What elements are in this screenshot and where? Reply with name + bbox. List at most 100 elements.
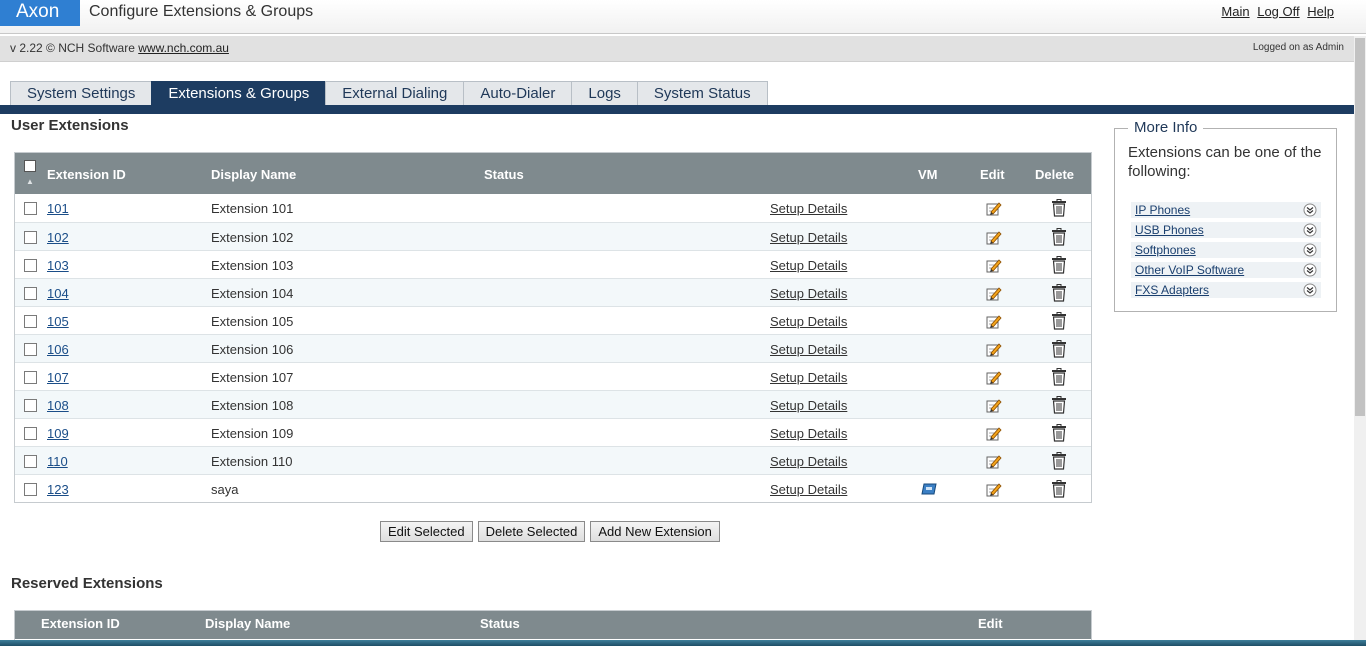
scrollbar-thumb[interactable] [1355,38,1365,416]
double-chevron-down-icon[interactable] [1303,283,1317,297]
extension-id-link[interactable]: 110 [47,454,68,469]
delete-icon[interactable] [1051,228,1067,246]
main-link[interactable]: Main [1221,4,1249,19]
col-vm: VM [918,167,938,182]
more-info-item[interactable]: IP Phones [1131,202,1321,218]
extension-id-link[interactable]: 105 [47,314,69,329]
setup-details-link[interactable]: Setup Details [770,454,847,469]
edit-icon[interactable] [985,425,1002,442]
edit-icon[interactable] [985,341,1002,358]
edit-icon[interactable] [985,285,1002,302]
delete-icon[interactable] [1051,452,1067,470]
extension-id-link[interactable]: 103 [47,258,69,273]
more-info-item[interactable]: Other VoIP Software [1131,262,1321,278]
more-info-item[interactable]: USB Phones [1131,222,1321,238]
setup-details-link[interactable]: Setup Details [770,342,847,357]
tab-extensions-groups[interactable]: Extensions & Groups [151,81,327,105]
row-checkbox[interactable] [24,399,37,412]
reserved-col-status[interactable]: Status [480,616,520,631]
reserved-col-edit: Edit [978,616,1003,631]
setup-details-link[interactable]: Setup Details [770,314,847,329]
extension-id-link[interactable]: 123 [47,482,69,497]
help-link[interactable]: Help [1307,4,1334,19]
more-info-item-link[interactable]: Softphones [1135,243,1196,257]
delete-icon[interactable] [1051,312,1067,330]
os-taskbar [0,640,1366,646]
reserved-col-extension-id[interactable]: Extension ID [41,616,120,631]
reserved-col-display-name[interactable]: Display Name [205,616,290,631]
row-checkbox[interactable] [24,287,37,300]
setup-details-link[interactable]: Setup Details [770,258,847,273]
user-extensions-table: ▲ Extension ID Display Name Status VM Ed… [14,152,1092,503]
extension-id-link[interactable]: 108 [47,398,69,413]
double-chevron-down-icon[interactable] [1303,203,1317,217]
edit-icon[interactable] [985,313,1002,330]
log-off-link[interactable]: Log Off [1257,4,1299,19]
more-info-item-link[interactable]: Other VoIP Software [1135,263,1244,277]
setup-details-link[interactable]: Setup Details [770,370,847,385]
row-checkbox[interactable] [24,202,37,215]
tab-logs[interactable]: Logs [571,81,638,105]
setup-details-link[interactable]: Setup Details [770,482,847,497]
extension-id-link[interactable]: 107 [47,370,69,385]
reserved-extensions-table: Extension ID Display Name Status Edit [14,610,1092,642]
delete-icon[interactable] [1051,284,1067,302]
setup-details-link[interactable]: Setup Details [770,286,847,301]
extension-id-link[interactable]: 104 [47,286,69,301]
row-checkbox[interactable] [24,483,37,496]
row-checkbox[interactable] [24,427,37,440]
display-name: Extension 107 [211,370,294,385]
delete-icon[interactable] [1051,256,1067,274]
edit-icon[interactable] [985,397,1002,414]
row-checkbox[interactable] [24,343,37,356]
double-chevron-down-icon[interactable] [1303,263,1317,277]
delete-icon[interactable] [1051,340,1067,358]
more-info-item-link[interactable]: FXS Adapters [1135,283,1209,297]
voicemail-icon[interactable] [921,482,937,496]
tab-system-status[interactable]: System Status [636,81,768,105]
setup-details-link[interactable]: Setup Details [770,201,847,216]
delete-icon[interactable] [1051,424,1067,442]
edit-icon[interactable] [985,453,1002,470]
more-info-item[interactable]: FXS Adapters [1131,282,1321,298]
display-name: Extension 108 [211,398,294,413]
col-extension-id[interactable]: Extension ID [47,167,126,182]
extension-id-link[interactable]: 109 [47,426,69,441]
delete-icon[interactable] [1051,368,1067,386]
edit-icon[interactable] [985,229,1002,246]
setup-details-link[interactable]: Setup Details [770,230,847,245]
tab-external-dialing[interactable]: External Dialing [325,81,465,105]
row-checkbox[interactable] [24,231,37,244]
double-chevron-down-icon[interactable] [1303,223,1317,237]
delete-icon[interactable] [1051,396,1067,414]
row-checkbox[interactable] [24,371,37,384]
more-info-item[interactable]: Softphones [1131,242,1321,258]
delete-selected-button[interactable]: Delete Selected [477,521,586,542]
edit-icon[interactable] [985,200,1002,217]
col-display-name[interactable]: Display Name [211,167,296,182]
extension-id-link[interactable]: 106 [47,342,69,357]
edit-selected-button[interactable]: Edit Selected [380,521,473,542]
more-info-item-link[interactable]: IP Phones [1135,203,1190,217]
setup-details-link[interactable]: Setup Details [770,426,847,441]
tab-underline-bar [0,105,1354,114]
extension-id-link[interactable]: 101 [47,201,69,216]
edit-icon[interactable] [985,481,1002,498]
setup-details-link[interactable]: Setup Details [770,398,847,413]
more-info-item-link[interactable]: USB Phones [1135,223,1204,237]
col-status[interactable]: Status [484,167,524,182]
tab-system-settings[interactable]: System Settings [10,81,153,105]
nch-website-link[interactable]: www.nch.com.au [138,41,229,55]
row-checkbox[interactable] [24,455,37,468]
edit-icon[interactable] [985,257,1002,274]
add-new-extension-button[interactable]: Add New Extension [590,521,720,542]
double-chevron-down-icon[interactable] [1303,243,1317,257]
delete-icon[interactable] [1051,199,1067,217]
row-checkbox[interactable] [24,259,37,272]
extension-id-link[interactable]: 102 [47,230,69,245]
select-all-checkbox[interactable] [24,160,36,172]
edit-icon[interactable] [985,369,1002,386]
tab-auto-dialer[interactable]: Auto-Dialer [463,81,573,105]
row-checkbox[interactable] [24,315,37,328]
delete-icon[interactable] [1051,480,1067,498]
